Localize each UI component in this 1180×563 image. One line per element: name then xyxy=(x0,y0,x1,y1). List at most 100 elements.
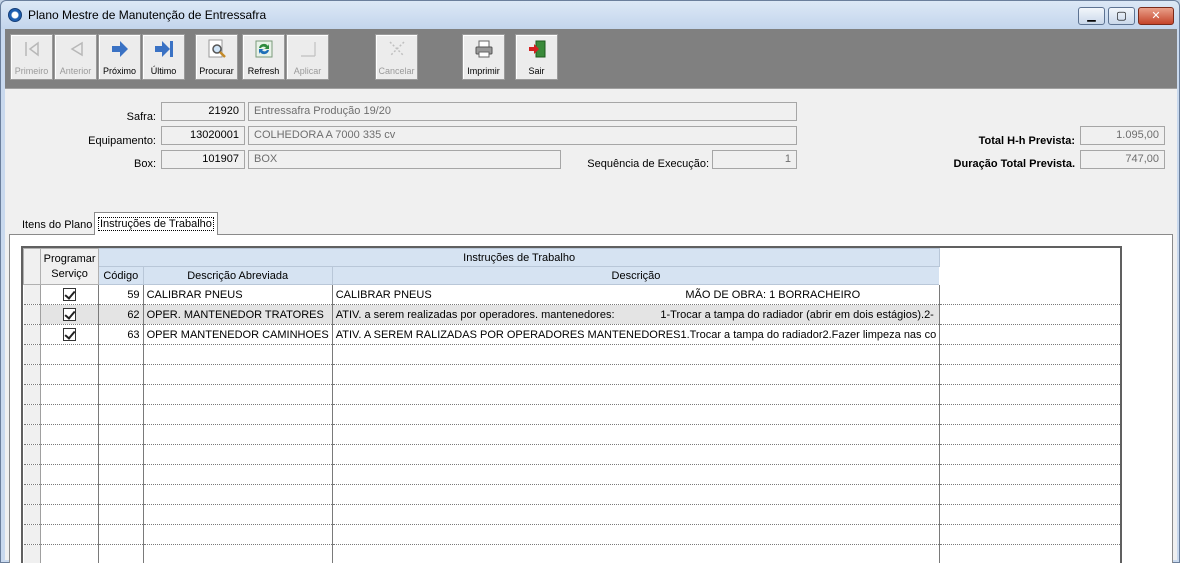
empty-row[interactable] xyxy=(23,524,1120,545)
row-indicator xyxy=(23,384,42,405)
search-icon xyxy=(208,39,226,58)
row-indicator xyxy=(23,404,42,425)
search-button[interactable]: Procurar xyxy=(195,34,238,80)
search-button-label: Procurar xyxy=(199,66,234,76)
form-area: Safra: 21920 Entressafra Produção 19/20 … xyxy=(5,88,1177,563)
equipment-label: Equipamento: xyxy=(88,135,156,147)
apply-button[interactable]: Aplicar xyxy=(286,34,329,80)
app-icon xyxy=(8,8,22,22)
empty-cell xyxy=(939,304,1120,325)
codigo-header[interactable]: Código xyxy=(97,266,144,285)
row-indicator xyxy=(23,444,42,465)
table-row[interactable]: 62 OPER. MANTENEDOR TRATORES ATIV. a ser… xyxy=(23,304,1120,325)
instructions-grid[interactable]: Programar Serviço Instruções de Trabalho … xyxy=(21,246,1122,563)
row-indicator xyxy=(23,344,42,365)
sequence-label: Sequência de Execução: xyxy=(587,158,709,170)
first-record-icon xyxy=(25,41,39,57)
window-title: Plano Mestre de Manutenção de Entressafr… xyxy=(28,8,267,22)
tab-instrucoes-de-trabalho[interactable]: Instruções de Trabalho xyxy=(94,212,218,235)
table-row[interactable]: 59 CALIBRAR PNEUS CALIBRAR PNEUS MÃO DE … xyxy=(23,284,1120,305)
tab-instrucoes-label: Instruções de Trabalho xyxy=(98,217,214,231)
empty-row[interactable] xyxy=(23,384,1120,405)
equipment-description-field[interactable]: COLHEDORA A 7000 335 cv xyxy=(248,126,797,145)
minimize-button[interactable]: ▁ xyxy=(1078,7,1105,25)
descricao-header[interactable]: Descrição xyxy=(331,266,941,285)
checkbox-checked-icon[interactable] xyxy=(63,328,77,341)
duration-label: Duração Total Prevista. xyxy=(953,158,1075,170)
box-label: Box: xyxy=(133,158,156,170)
descricao-abreviada-header[interactable]: Descrição Abreviada xyxy=(142,266,333,285)
duration-field[interactable]: 747,00 xyxy=(1080,150,1165,169)
codigo-cell[interactable]: 59 xyxy=(97,284,144,305)
equipment-code-field[interactable]: 13020001 xyxy=(161,126,245,145)
next-arrow-icon xyxy=(112,41,128,57)
descricao-cell[interactable]: ATIV. a serem realizadas por operadores.… xyxy=(331,304,940,325)
total-hh-label: Total H-h Prevista: xyxy=(978,135,1075,147)
row-indicator[interactable] xyxy=(23,324,42,345)
row-indicator xyxy=(23,504,42,525)
client-area: Primeiro Anterior Próximo Último Procura… xyxy=(5,29,1177,563)
table-row[interactable]: 63 OPER MANTENEDOR CAMINHOES ATIV. A SER… xyxy=(23,324,1120,345)
first-button[interactable]: Primeiro xyxy=(10,34,53,80)
descricao-cell[interactable]: ATIV. A SEREM RALIZADAS POR OPERADORES M… xyxy=(331,324,940,345)
last-button[interactable]: Último xyxy=(142,34,185,80)
previous-button-label: Anterior xyxy=(59,66,92,76)
box-code-field[interactable]: 101907 xyxy=(161,150,245,169)
cancel-button[interactable]: Cancelar xyxy=(375,34,418,80)
previous-button[interactable]: Anterior xyxy=(54,34,97,80)
empty-row[interactable] xyxy=(23,364,1120,385)
programar-checkbox-cell[interactable] xyxy=(40,304,99,325)
print-button[interactable]: Imprimir xyxy=(462,34,505,80)
first-button-label: Primeiro xyxy=(14,66,49,76)
empty-row[interactable] xyxy=(23,444,1120,465)
box-description-field[interactable]: BOX xyxy=(248,150,561,169)
desc-abrev-cell[interactable]: OPER. MANTENEDOR TRATORES xyxy=(142,304,333,325)
sequence-field[interactable]: 1 xyxy=(712,150,797,169)
exit-button[interactable]: Sair xyxy=(515,34,558,80)
row-indicator-header xyxy=(23,248,42,285)
row-indicator xyxy=(23,464,42,485)
row-indicator xyxy=(23,484,42,505)
maximize-button[interactable]: ▢ xyxy=(1108,7,1135,25)
descricao-cell[interactable]: CALIBRAR PNEUS MÃO DE OBRA: 1 BORRACHEIR… xyxy=(331,284,940,305)
tab-itens-do-plano[interactable]: Itens do Plano xyxy=(19,215,95,235)
printer-icon xyxy=(475,40,493,58)
safra-description-field[interactable]: Entressafra Produção 19/20 xyxy=(248,102,797,121)
empty-row[interactable] xyxy=(23,504,1120,525)
safra-code-field[interactable]: 21920 xyxy=(161,102,245,121)
checkbox-checked-icon[interactable] xyxy=(63,308,77,321)
close-button[interactable]: ✕ xyxy=(1138,7,1174,25)
apply-button-label: Aplicar xyxy=(293,66,322,76)
safra-label: Safra: xyxy=(126,111,156,123)
next-button[interactable]: Próximo xyxy=(98,34,141,80)
desc-abrev-cell[interactable]: CALIBRAR PNEUS xyxy=(142,284,333,305)
app-window: Plano Mestre de Manutenção de Entressafr… xyxy=(0,0,1180,563)
empty-row[interactable] xyxy=(23,544,1120,563)
empty-row[interactable] xyxy=(23,404,1120,425)
empty-header xyxy=(939,248,1120,285)
row-indicator xyxy=(23,424,42,445)
apply-icon xyxy=(301,42,316,57)
row-indicator xyxy=(23,364,42,385)
print-button-label: Imprimir xyxy=(467,66,500,76)
checkbox-checked-icon[interactable] xyxy=(63,288,77,301)
empty-row[interactable] xyxy=(23,344,1120,365)
next-button-label: Próximo xyxy=(102,66,136,76)
empty-row[interactable] xyxy=(23,464,1120,485)
empty-cell xyxy=(939,284,1120,305)
empty-row[interactable] xyxy=(23,484,1120,505)
row-indicator[interactable] xyxy=(23,284,42,305)
codigo-cell[interactable]: 62 xyxy=(97,304,144,325)
refresh-button-label: Refresh xyxy=(247,66,280,76)
empty-row[interactable] xyxy=(23,424,1120,445)
total-hh-field[interactable]: 1.095,00 xyxy=(1080,126,1165,145)
row-indicator[interactable] xyxy=(23,304,42,325)
refresh-button[interactable]: Refresh xyxy=(242,34,285,80)
exit-door-icon xyxy=(529,40,546,58)
programar-servico-header[interactable]: Programar Serviço xyxy=(40,248,99,285)
desc-abrev-cell[interactable]: OPER MANTENEDOR CAMINHOES xyxy=(142,324,333,345)
programar-checkbox-cell[interactable] xyxy=(40,284,99,305)
title-bar[interactable]: Plano Mestre de Manutenção de Entressafr… xyxy=(1,1,1179,29)
codigo-cell[interactable]: 63 xyxy=(97,324,144,345)
programar-checkbox-cell[interactable] xyxy=(40,324,99,345)
